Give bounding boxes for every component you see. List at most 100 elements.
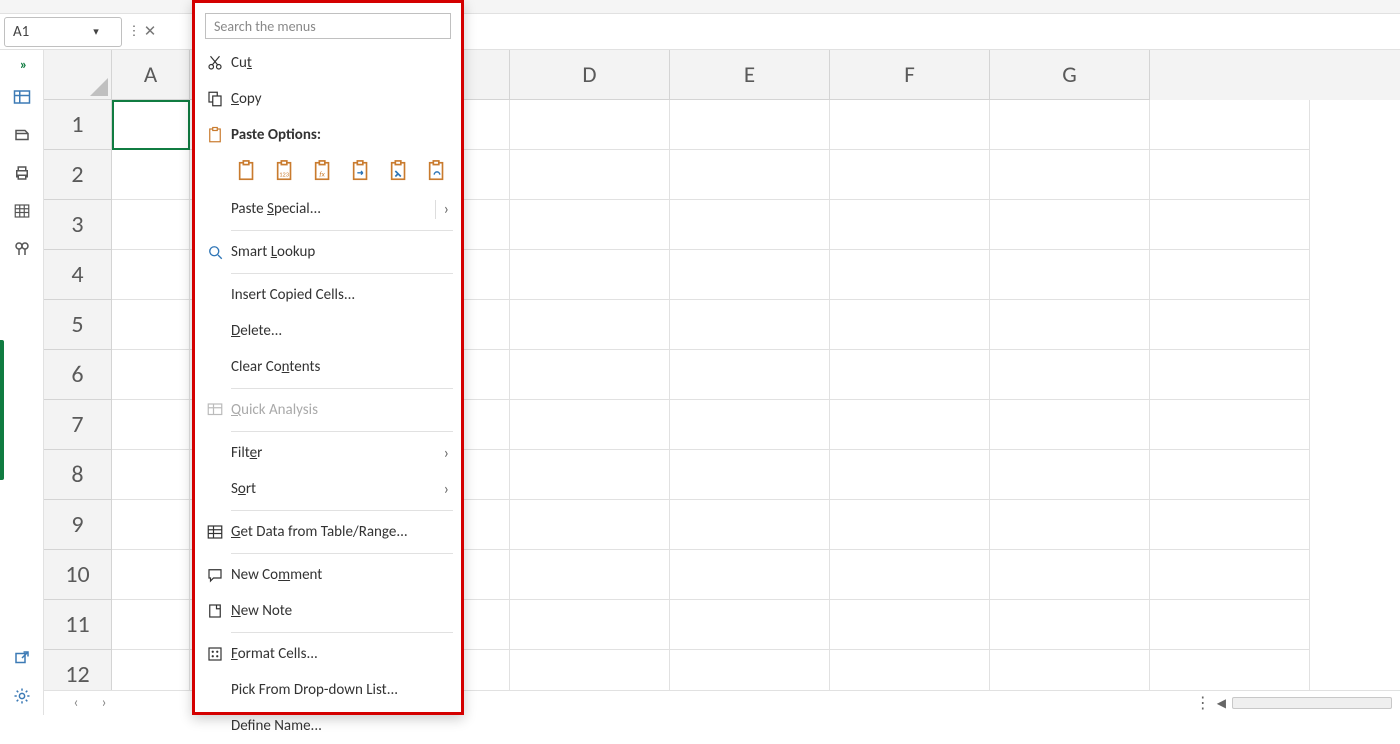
menu-clear-contents[interactable]: Clear Contents [195, 349, 461, 385]
cell[interactable] [990, 150, 1150, 200]
cell[interactable] [112, 300, 190, 350]
name-box-dropdown-icon[interactable]: ▾ [63, 25, 121, 38]
cell[interactable] [510, 550, 670, 600]
menu-paste-special[interactable]: Paste Special... › [195, 191, 461, 227]
cell[interactable] [670, 150, 830, 200]
row-header[interactable]: 10 [44, 550, 112, 600]
cell[interactable] [510, 650, 670, 690]
column-header[interactable]: G [990, 50, 1150, 100]
cell[interactable] [670, 500, 830, 550]
cell[interactable] [1150, 650, 1310, 690]
cell[interactable] [830, 650, 990, 690]
cell[interactable] [670, 550, 830, 600]
row-header[interactable]: 6 [44, 350, 112, 400]
row-header[interactable]: 12 [44, 650, 112, 690]
menu-define-name[interactable]: Define Name... [195, 708, 461, 744]
cell[interactable] [990, 650, 1150, 690]
cell[interactable] [1150, 400, 1310, 450]
cell[interactable] [670, 300, 830, 350]
menu-pick-dropdown[interactable]: Pick From Drop-down List... [195, 672, 461, 708]
cell[interactable] [1150, 500, 1310, 550]
paste-formulas-icon[interactable]: fx [311, 159, 335, 183]
h-scroll-left-icon[interactable]: ◀ [1217, 696, 1226, 711]
cell[interactable] [830, 100, 990, 150]
cell[interactable] [1150, 450, 1310, 500]
cell[interactable] [670, 350, 830, 400]
cell[interactable] [112, 100, 190, 150]
cell[interactable] [112, 150, 190, 200]
column-header[interactable]: E [670, 50, 830, 100]
cell[interactable] [510, 500, 670, 550]
cell[interactable] [510, 100, 670, 150]
cell[interactable] [990, 250, 1150, 300]
cell[interactable] [510, 350, 670, 400]
cell[interactable] [1150, 600, 1310, 650]
row-header[interactable]: 2 [44, 150, 112, 200]
find-icon[interactable] [0, 230, 43, 268]
cell[interactable] [112, 550, 190, 600]
cancel-formula-icon[interactable]: ✕ [142, 17, 158, 47]
menu-sort[interactable]: Sort › [195, 471, 461, 507]
row-header[interactable]: 9 [44, 500, 112, 550]
sheet-nav-next[interactable]: › [90, 691, 118, 716]
row-header[interactable]: 3 [44, 200, 112, 250]
cell[interactable] [990, 600, 1150, 650]
expand-ribbon-icon[interactable]: » [0, 50, 43, 78]
cell[interactable] [112, 350, 190, 400]
paste-transpose-icon[interactable] [349, 159, 373, 183]
cell[interactable] [990, 450, 1150, 500]
cell[interactable] [830, 500, 990, 550]
cell[interactable] [510, 250, 670, 300]
cell[interactable] [830, 250, 990, 300]
menu-insert-copied-cells[interactable]: Insert Copied Cells... [195, 277, 461, 313]
cell[interactable] [112, 650, 190, 690]
h-scroll-options-icon[interactable]: ⋮ [1195, 693, 1211, 713]
cell[interactable] [112, 400, 190, 450]
h-scrollbar[interactable] [1232, 697, 1392, 709]
row-header[interactable]: 4 [44, 250, 112, 300]
row-header[interactable]: 5 [44, 300, 112, 350]
cell[interactable] [830, 350, 990, 400]
menu-new-comment[interactable]: New Comment [195, 557, 461, 593]
cell[interactable] [670, 450, 830, 500]
settings-gear-icon[interactable] [0, 677, 44, 715]
cell[interactable] [670, 250, 830, 300]
menu-new-note[interactable]: New Note [195, 593, 461, 629]
menu-delete[interactable]: Delete... [195, 313, 461, 349]
keep-source-icon[interactable] [0, 116, 43, 154]
grid-icon[interactable] [0, 192, 43, 230]
cell[interactable] [112, 250, 190, 300]
cell[interactable] [510, 400, 670, 450]
cell[interactable] [990, 550, 1150, 600]
cell[interactable] [1150, 150, 1310, 200]
cell[interactable] [670, 600, 830, 650]
cell[interactable] [1150, 250, 1310, 300]
name-box[interactable]: A1 ▾ [4, 17, 122, 47]
menu-search-input[interactable] [205, 13, 451, 39]
column-header[interactable]: D [510, 50, 670, 100]
table-icon[interactable] [0, 78, 43, 116]
menu-cut[interactable]: Cut [195, 45, 461, 81]
cell[interactable] [830, 600, 990, 650]
column-header[interactable]: A [112, 50, 190, 100]
paste-link-icon[interactable] [425, 159, 449, 183]
cell[interactable] [1150, 300, 1310, 350]
cell[interactable] [510, 600, 670, 650]
cell[interactable] [670, 650, 830, 690]
paste-all-icon[interactable] [235, 159, 259, 183]
row-header[interactable]: 11 [44, 600, 112, 650]
cell[interactable] [510, 450, 670, 500]
cell[interactable] [1150, 200, 1310, 250]
cell[interactable] [510, 200, 670, 250]
cell[interactable] [990, 100, 1150, 150]
paste-values-icon[interactable]: 123 [273, 159, 297, 183]
menu-get-data-table[interactable]: Get Data from Table/Range... [195, 514, 461, 550]
cell[interactable] [1150, 550, 1310, 600]
cell[interactable] [830, 300, 990, 350]
select-all-corner[interactable] [44, 50, 112, 100]
cell[interactable] [990, 400, 1150, 450]
cell[interactable] [670, 100, 830, 150]
cell[interactable] [112, 600, 190, 650]
menu-format-cells[interactable]: Format Cells... [195, 636, 461, 672]
cell[interactable] [830, 200, 990, 250]
